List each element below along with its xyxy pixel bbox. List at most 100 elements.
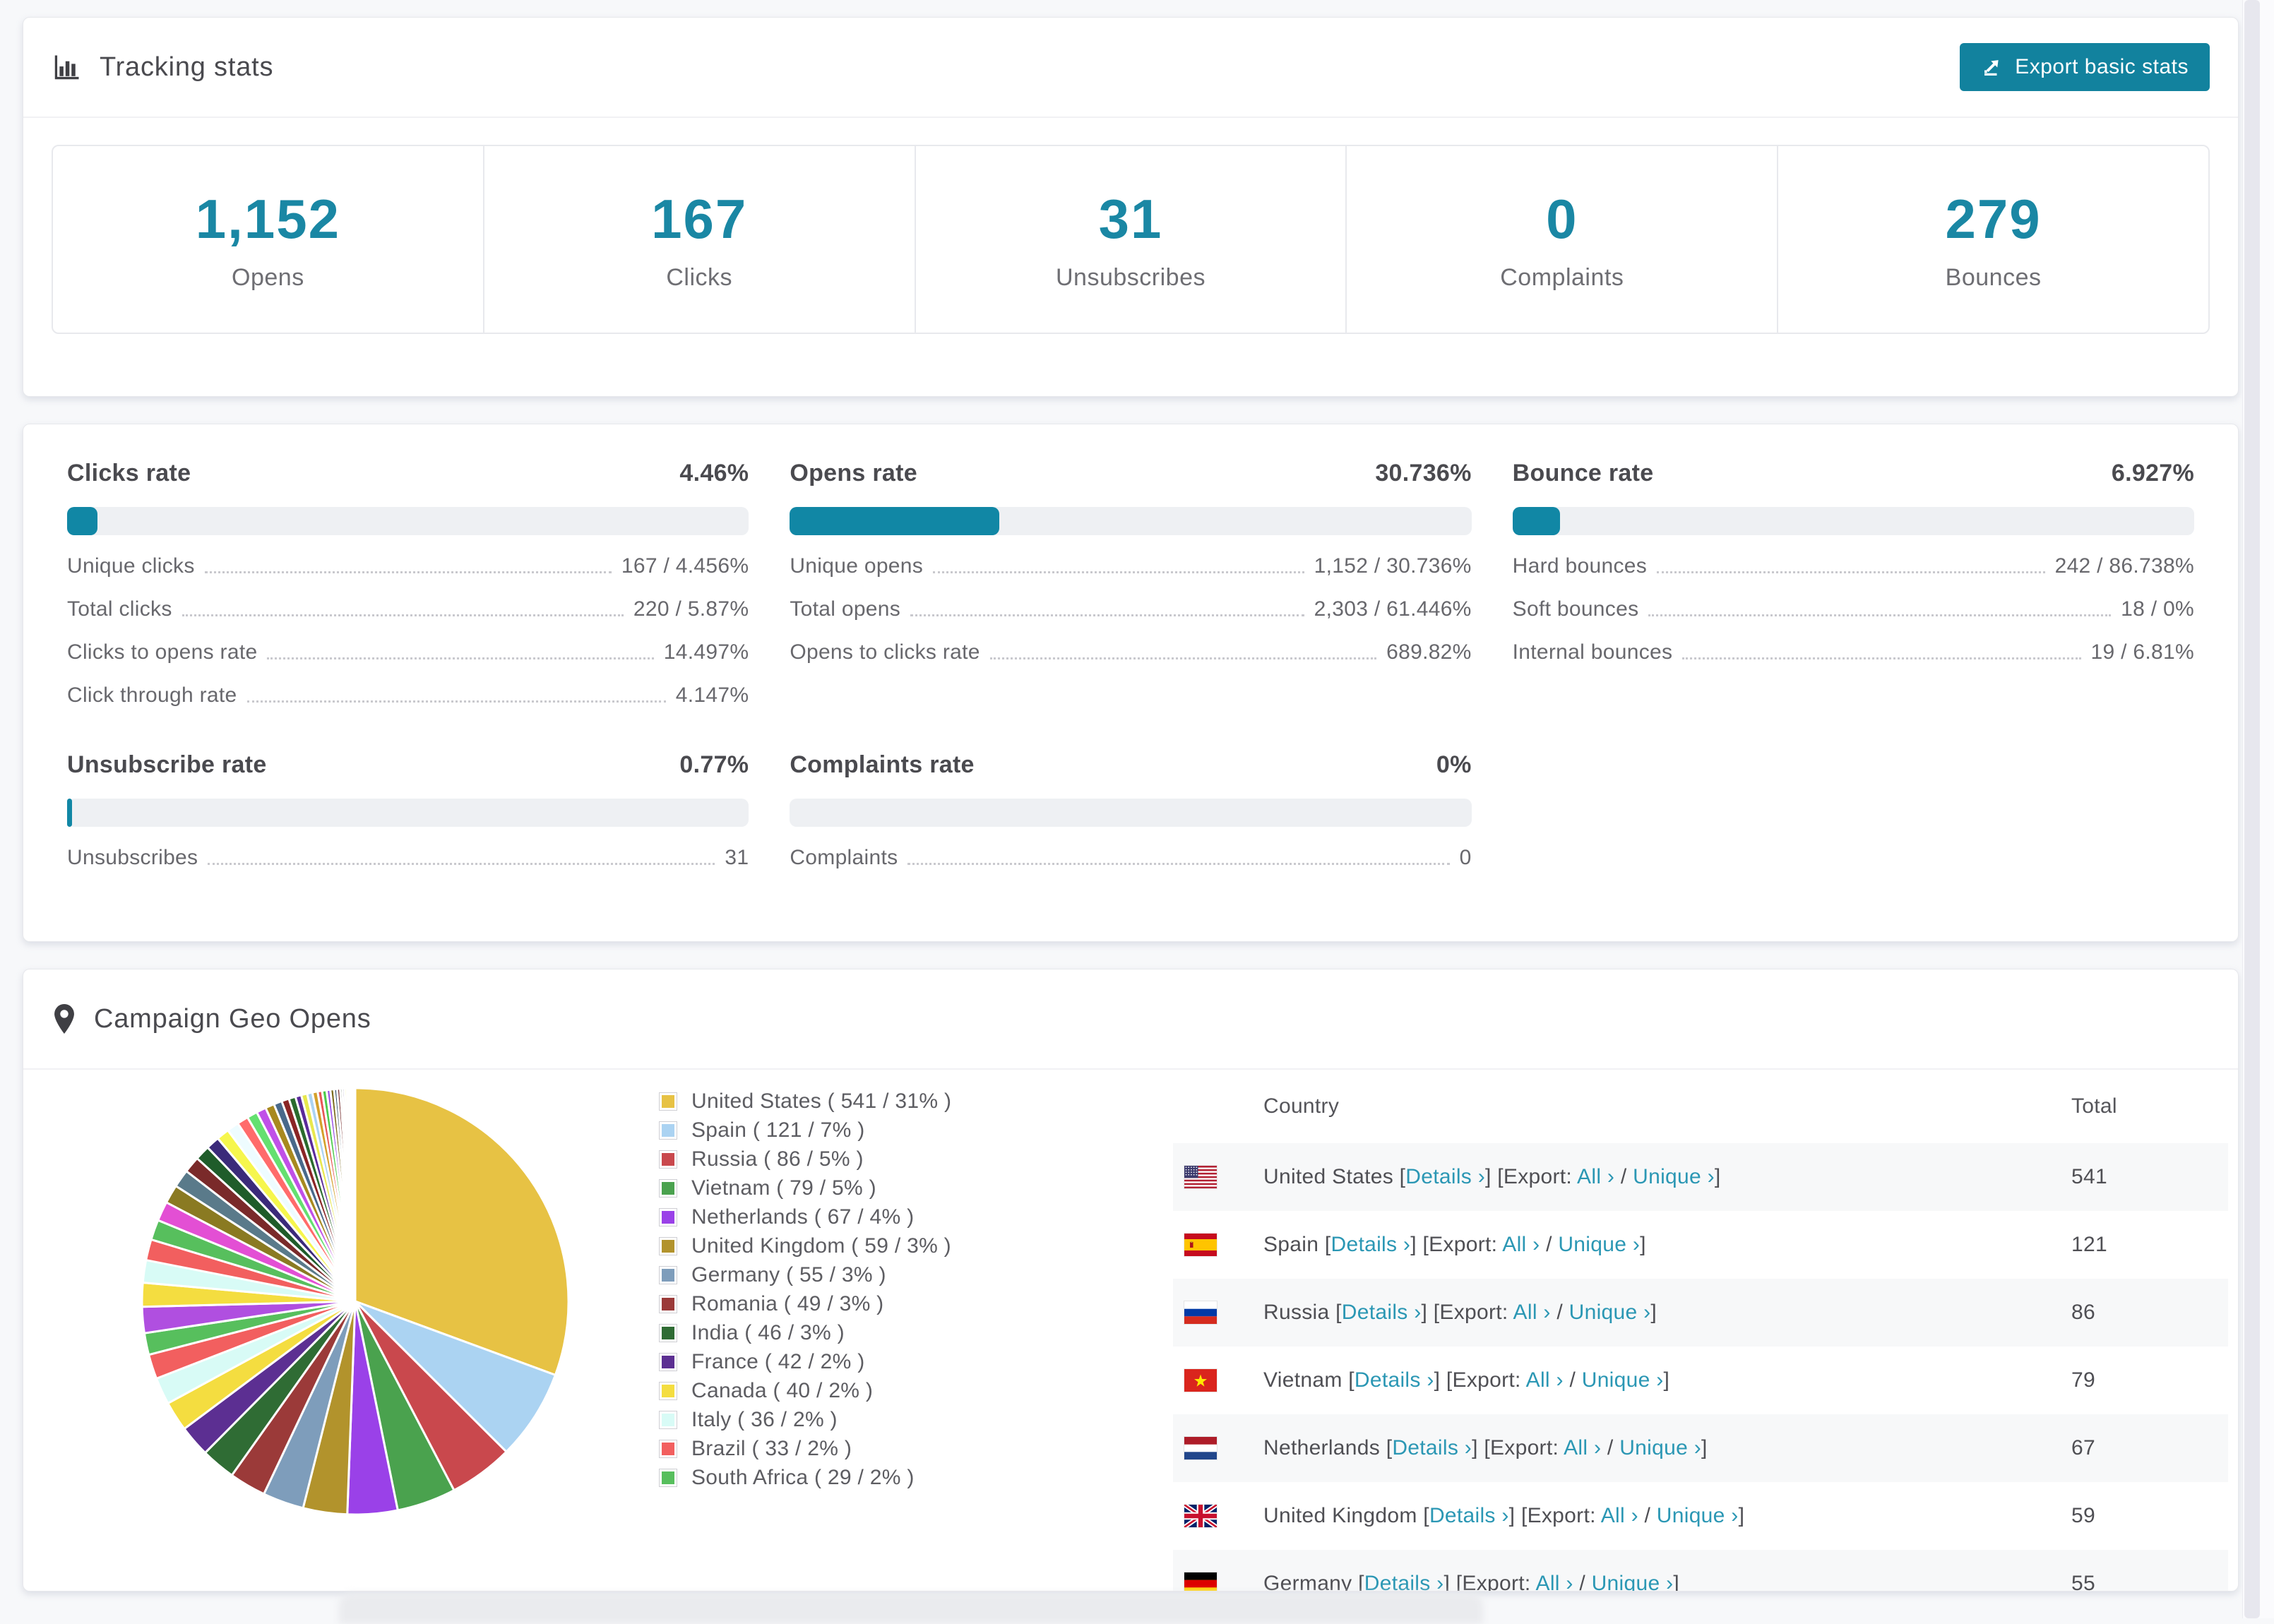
rate-row-unique-opens: Unique opens 1,152 / 30.736% (790, 554, 1471, 578)
geo-table-header-row: Country Total (1173, 1070, 2228, 1143)
country-cell: Germany [Details ›] [Export: All › / Uni… (1263, 1572, 1679, 1591)
stat-cell-opens: 1,152 Opens (53, 146, 484, 333)
rate-row-label: Complaints (790, 846, 898, 869)
country-cell: Spain [Details ›] [Export: All › / Uniqu… (1263, 1233, 1646, 1256)
rate-value: 0% (1436, 751, 1472, 778)
legend-item-south-africa[interactable]: South Africa ( 29 / 2% ) (659, 1463, 951, 1492)
legend-swatch (659, 1121, 677, 1140)
rate-row-label: Hard bounces (1512, 554, 1648, 578)
legend-item-united-states[interactable]: United States ( 541 / 31% ) (659, 1087, 951, 1116)
link-details[interactable]: Details › (1405, 1165, 1485, 1188)
legend-item-germany[interactable]: Germany ( 55 / 3% ) (659, 1260, 951, 1289)
rate-block-header: Complaints rate 0% (790, 751, 1471, 779)
rate-block-header: Opens rate 30.736% (790, 460, 1471, 487)
total-cell: 55 (2071, 1572, 2095, 1592)
rates-card: Clicks rate 4.46% Unique clicks 167 / 4.456… (23, 424, 2239, 942)
legend-item-spain[interactable]: Spain ( 121 / 7% ) (659, 1116, 951, 1145)
rate-row-label: Total clicks (67, 597, 172, 621)
legend-item-vietnam[interactable]: Vietnam ( 79 / 5% ) (659, 1174, 951, 1202)
stat-value: 31 (1098, 188, 1163, 250)
rate-row-value: 18 / 0% (2121, 597, 2194, 621)
legend-item-canada[interactable]: Canada ( 40 / 2% ) (659, 1376, 951, 1405)
legend-item-romania[interactable]: Romania ( 49 / 3% ) (659, 1289, 951, 1318)
link-details[interactable]: Details › (1342, 1301, 1422, 1324)
legend-item-italy[interactable]: Italy ( 36 / 2% ) (659, 1405, 951, 1434)
link-all[interactable]: All › (1526, 1368, 1564, 1392)
stat-value: 167 (651, 188, 748, 250)
link-all[interactable]: All › (1502, 1233, 1540, 1256)
rate-value: 30.736% (1375, 460, 1472, 486)
legend-item-russia[interactable]: Russia ( 86 / 5% ) (659, 1145, 951, 1174)
rate-block-opens-rate: Opens rate 30.736% Unique opens 1,152 / 30.… (790, 460, 1472, 707)
rate-row-internal-bounces: Internal bounces 19 / 6.81% (1513, 640, 2194, 664)
link-unique[interactable]: Unique › (1592, 1572, 1674, 1591)
flag-icon-gb (1184, 1505, 1217, 1527)
link-all[interactable]: All › (1601, 1504, 1638, 1527)
total-cell: 86 (2071, 1301, 2095, 1324)
stat-value: 279 (1945, 188, 2042, 250)
legend-item-brazil[interactable]: Brazil ( 33 / 2% ) (659, 1434, 951, 1463)
total-cell: 79 (2071, 1368, 2095, 1392)
legend-item-netherlands[interactable]: Netherlands ( 67 / 4% ) (659, 1202, 951, 1231)
country-row-germany: Germany [Details ›] [Export: All › / Uni… (1173, 1550, 2228, 1592)
link-unique[interactable]: Unique › (1569, 1301, 1651, 1324)
country-row-vietnam: Vietnam [Details ›] [Export: All › / Uni… (1173, 1347, 2228, 1414)
legend-item-united-kingdom[interactable]: United Kingdom ( 59 / 3% ) (659, 1231, 951, 1260)
legend-label: Spain ( 121 / 7% ) (691, 1118, 865, 1142)
link-details[interactable]: Details › (1355, 1368, 1434, 1392)
link-all[interactable]: All › (1577, 1165, 1614, 1188)
link-details[interactable]: Details › (1364, 1572, 1444, 1591)
link-unique[interactable]: Unique › (1619, 1436, 1701, 1459)
legend-swatch (659, 1468, 677, 1487)
rate-block-header: Unsubscribe rate 0.77% (67, 751, 749, 779)
link-details[interactable]: Details › (1392, 1436, 1472, 1459)
rate-row-label: Opens to clicks rate (790, 640, 980, 664)
export-basic-stats-button[interactable]: Export basic stats (1960, 43, 2210, 91)
legend-label: Brazil ( 33 / 2% ) (691, 1436, 852, 1460)
rate-row-complaints: Complaints 0 (790, 846, 1471, 870)
page-scrollbar-thumb[interactable] (2244, 0, 2260, 1618)
link-unique[interactable]: Unique › (1633, 1165, 1715, 1188)
rate-title: Clicks rate (67, 460, 191, 486)
legend-item-india[interactable]: India ( 46 / 3% ) (659, 1318, 951, 1347)
dotted-leader (1648, 614, 2112, 616)
rate-row-total-clicks: Total clicks 220 / 5.87% (67, 597, 749, 621)
rate-row-value: 19 / 6.81% (2090, 640, 2194, 664)
legend-label: Vietnam ( 79 / 5% ) (691, 1176, 876, 1200)
link-all[interactable]: All › (1564, 1436, 1601, 1459)
link-unique[interactable]: Unique › (1582, 1368, 1664, 1392)
legend-label: Germany ( 55 / 3% ) (691, 1262, 886, 1286)
rate-rows: Complaints 0 (790, 846, 1471, 870)
stat-cell-bounces: 279 Bounces (1778, 146, 2208, 333)
country-row-spain: Spain [Details ›] [Export: All › / Uniqu… (1173, 1211, 2228, 1279)
rate-row-label: Unique clicks (67, 554, 195, 578)
dotted-leader (907, 863, 1450, 865)
link-details[interactable]: Details › (1331, 1233, 1411, 1256)
country-row-netherlands: Netherlands [Details ›] [Export: All › /… (1173, 1414, 2228, 1482)
stat-label: Clicks (666, 264, 733, 291)
country-cell: United Kingdom [Details ›] [Export: All … (1263, 1504, 1745, 1527)
geo-pie-chart[interactable] (129, 1075, 581, 1527)
flag-icon-es (1184, 1234, 1217, 1256)
column-header-country: Country (1263, 1094, 1340, 1118)
rate-row-unsubscribes: Unsubscribes 31 (67, 846, 749, 870)
rate-row-label: Clicks to opens rate (67, 640, 258, 664)
country-cell: Netherlands [Details ›] [Export: All › /… (1263, 1436, 1708, 1459)
link-details[interactable]: Details › (1429, 1504, 1509, 1527)
geo-table: Country Total United States [Details ›] … (1173, 1070, 2228, 1592)
rate-block-unsubscribe-rate: Unsubscribe rate 0.77% Unsubscribes 31 (67, 751, 749, 870)
rate-row-value: 2,303 / 61.446% (1314, 597, 1472, 621)
legend-item-france[interactable]: France ( 42 / 2% ) (659, 1347, 951, 1376)
legend-swatch (659, 1294, 677, 1313)
stat-cell-unsubscribes: 31 Unsubscribes (916, 146, 1347, 333)
link-unique[interactable]: Unique › (1558, 1233, 1640, 1256)
link-all[interactable]: All › (1536, 1572, 1573, 1591)
country-cell: Vietnam [Details ›] [Export: All › / Uni… (1263, 1368, 1670, 1392)
link-all[interactable]: All › (1513, 1301, 1551, 1324)
header-divider (23, 117, 2238, 118)
legend-swatch (659, 1323, 677, 1342)
link-unique[interactable]: Unique › (1657, 1504, 1739, 1527)
legend-swatch (659, 1410, 677, 1429)
page-title: Tracking stats (100, 52, 274, 82)
rate-row-click-through-rate: Click through rate 4.147% (67, 683, 749, 707)
